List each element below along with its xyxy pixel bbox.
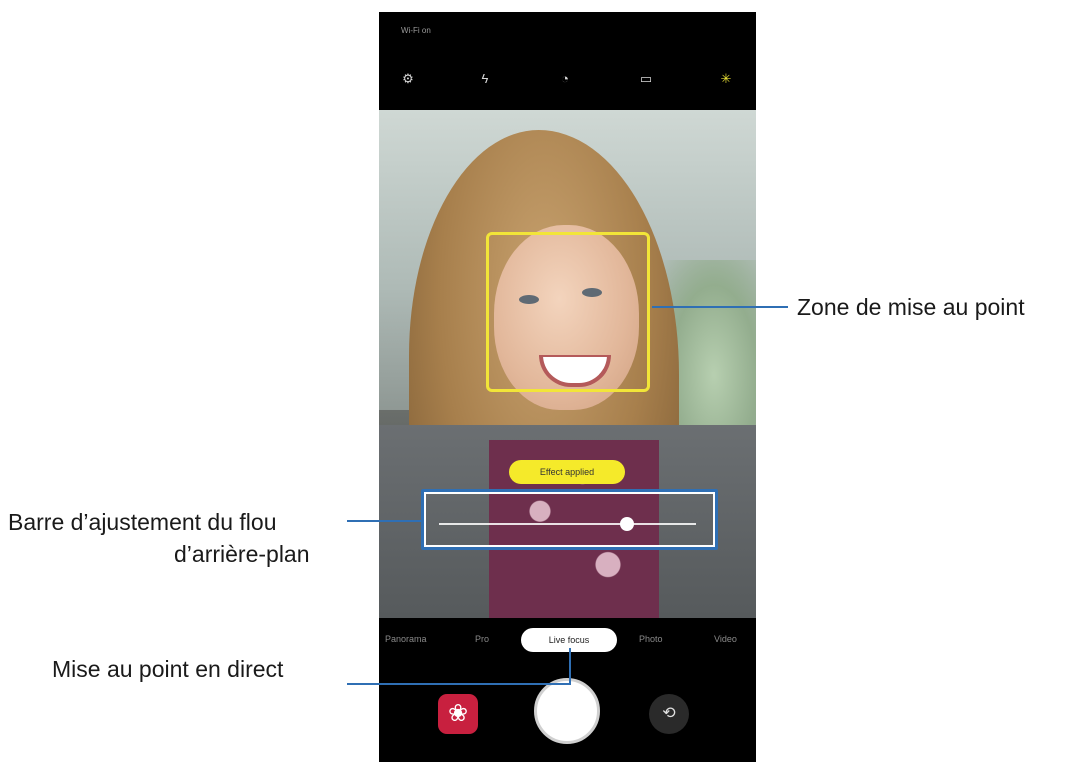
mode-photo[interactable]: Photo — [639, 634, 663, 644]
focus-zone-label: Zone de mise au point — [797, 294, 1025, 320]
phone-screen: Wi-Fi on ⚙ ϟ ◔ ▭ ✳ Effect applied Panora… — [379, 12, 756, 762]
switch-camera-icon[interactable]: ⟲ — [649, 694, 689, 734]
camera-top-bar: ⚙ ϟ ◔ ▭ ✳ — [379, 60, 756, 100]
camera-mode-bar: Panorama Pro Live focus Photo Video — [379, 624, 756, 658]
settings-icon[interactable]: ⚙ — [397, 68, 419, 90]
shutter-button[interactable] — [534, 678, 600, 744]
ratio-icon[interactable]: ▭ — [635, 68, 657, 90]
blur-bar-label-line1: Barre d’ajustement du flou — [8, 509, 277, 535]
flower-icon[interactable]: ❀ — [438, 694, 478, 734]
effect-applied-badge: Effect applied — [509, 460, 625, 484]
blur-bar-highlight — [421, 489, 718, 550]
blur-bar-callout-line — [347, 520, 422, 522]
focus-zone-frame — [486, 232, 650, 392]
mode-pro[interactable]: Pro — [475, 634, 489, 644]
flash-icon[interactable]: ϟ — [474, 68, 496, 90]
status-bar-text: Wi-Fi on — [401, 26, 431, 35]
mode-video[interactable]: Video — [714, 634, 737, 644]
blur-bar-label-line2: d’arrière-plan — [174, 541, 310, 567]
mode-panorama[interactable]: Panorama — [385, 634, 427, 644]
focus-zone-callout-line — [652, 306, 788, 308]
timer-icon[interactable]: ◔ — [554, 68, 576, 90]
live-focus-callout-vertical — [569, 648, 571, 683]
live-focus-label: Mise au point en direct — [52, 656, 284, 682]
filter-icon[interactable]: ✳ — [715, 68, 737, 90]
live-focus-callout-line — [347, 683, 571, 685]
